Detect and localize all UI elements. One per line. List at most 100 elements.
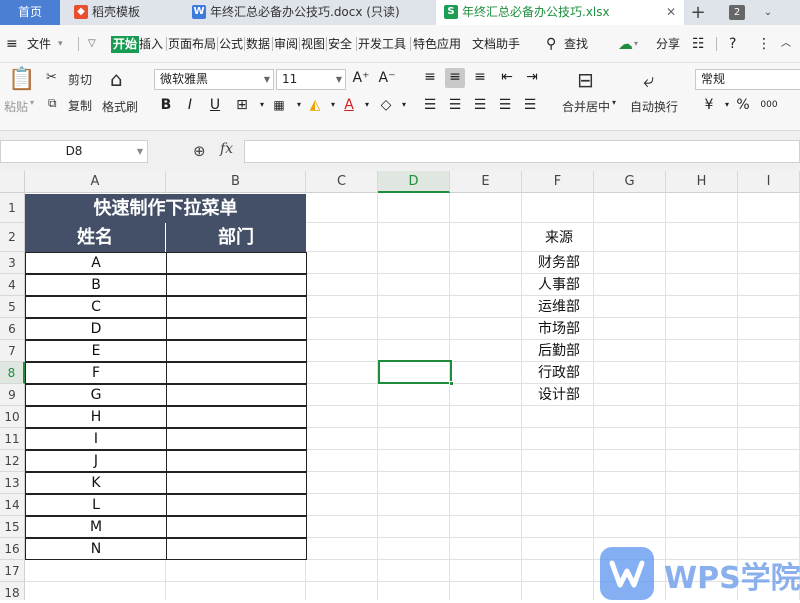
help-icon[interactable]: ? (729, 25, 736, 63)
new-tab-button[interactable]: + (688, 0, 708, 25)
zoom-search-icon[interactable]: ⊕ (193, 142, 206, 160)
percent-icon[interactable]: % (734, 96, 752, 114)
tab-home[interactable]: 首页 (0, 0, 60, 25)
menu-security[interactable]: 安全 (328, 25, 352, 63)
name-cell[interactable]: C (25, 296, 167, 318)
menu-developer[interactable]: 开发工具 (358, 25, 406, 63)
dept-cell[interactable] (166, 252, 307, 274)
row-header-8[interactable]: 8 (0, 362, 25, 384)
comment-icon[interactable]: ☷ (692, 25, 705, 63)
select-all-corner[interactable] (0, 171, 25, 193)
row-header-2[interactable]: 2 (0, 223, 25, 252)
source-item[interactable]: 财务部 (523, 252, 595, 274)
paste-button[interactable]: 粘贴 (4, 98, 28, 115)
row-header-6[interactable]: 6 (0, 318, 25, 340)
row-header-13[interactable]: 13 (0, 472, 25, 494)
dept-cell[interactable] (166, 472, 307, 494)
row-header-12[interactable]: 12 (0, 450, 25, 472)
spreadsheet-grid[interactable]: ABCDEFGHI 1 2 3 4 5 6 7 8 9 10 11 12 13 14 15 16 17 18 快速… (0, 171, 800, 600)
number-format-select[interactable]: 常规 (695, 69, 800, 90)
cloud-sync-icon[interactable]: ☁ (618, 25, 633, 63)
column-header-b[interactable]: B (166, 171, 306, 193)
dept-cell[interactable] (166, 362, 307, 384)
row-header-3[interactable]: 3 (0, 252, 25, 274)
currency-icon[interactable]: ¥ (700, 96, 718, 114)
underline-icon[interactable]: U (206, 96, 224, 114)
align-right-icon[interactable]: ☰ (471, 96, 489, 114)
chevron-down-icon[interactable]: ▾ (253, 96, 271, 114)
row-header-4[interactable]: 4 (0, 274, 25, 296)
chevron-down-icon[interactable]: ▾ (612, 98, 616, 107)
menu-insert[interactable]: 插入 (139, 25, 163, 63)
menu-page-layout[interactable]: 页面布局 (168, 25, 216, 63)
increase-indent-icon[interactable]: ⇥ (523, 68, 541, 86)
decrease-indent-icon[interactable]: ⇤ (498, 68, 516, 86)
chevron-down-icon[interactable]: ▾ (358, 96, 376, 114)
merge-center-button[interactable]: 合并居中 (562, 98, 610, 115)
name-box[interactable]: D8 ▼ (0, 140, 148, 163)
column-header-a[interactable]: A (25, 171, 166, 193)
more-icon[interactable]: ⋮ (757, 25, 771, 63)
column-header-c[interactable]: C (306, 171, 378, 193)
name-cell[interactable]: A (25, 252, 167, 274)
dept-cell[interactable] (166, 538, 307, 560)
collapse-ribbon-icon[interactable]: ︿ (781, 25, 791, 63)
fill-color-icon[interactable]: ◭ (306, 96, 324, 114)
align-middle-icon[interactable]: ≡ (445, 68, 465, 88)
column-header-g[interactable]: G (594, 171, 666, 193)
source-item[interactable]: 人事部 (523, 274, 595, 296)
formula-input[interactable] (244, 140, 800, 163)
dept-cell[interactable] (166, 296, 307, 318)
menu-search[interactable]: 查找 (564, 25, 588, 63)
name-cell[interactable]: M (25, 516, 167, 538)
header-dept[interactable]: 部门 (166, 223, 306, 252)
name-cell[interactable]: I (25, 428, 167, 450)
name-cell[interactable]: H (25, 406, 167, 428)
chevron-down-icon[interactable]: ▾ (395, 96, 413, 114)
chevron-down-icon[interactable]: ▾ (58, 25, 63, 63)
row-header-15[interactable]: 15 (0, 516, 25, 538)
format-painter-button[interactable]: 格式刷 (102, 98, 138, 115)
source-header[interactable]: 来源 (523, 227, 595, 249)
tab-docer-templates[interactable]: ◆ 稻壳模板 (66, 0, 178, 25)
decrease-font-icon[interactable]: A⁻ (378, 69, 396, 87)
fx-icon[interactable]: fx (220, 141, 233, 157)
distributed-align-icon[interactable]: ☰ (521, 96, 539, 114)
chevron-down-icon[interactable]: ▾ (634, 25, 638, 63)
align-left-icon[interactable]: ☰ (421, 96, 439, 114)
menu-file[interactable]: 文件 (27, 25, 51, 63)
row-header-16[interactable]: 16 (0, 538, 25, 560)
table-title[interactable]: 快速制作下拉菜单 (25, 194, 306, 223)
copy-button[interactable]: 复制 (68, 97, 92, 114)
copy-icon[interactable]: ⧉ (48, 96, 57, 111)
column-header-i[interactable]: I (738, 171, 800, 193)
cut-button[interactable]: 剪切 (68, 71, 92, 88)
chevron-down-icon[interactable]: ⌄ (760, 0, 776, 25)
wrap-text-button[interactable]: 自动换行 (630, 98, 678, 115)
column-header-e[interactable]: E (450, 171, 522, 193)
justify-icon[interactable]: ☰ (496, 96, 514, 114)
name-cell[interactable]: E (25, 340, 167, 362)
row-header-10[interactable]: 10 (0, 406, 25, 428)
row-header-7[interactable]: 7 (0, 340, 25, 362)
dept-cell[interactable] (166, 318, 307, 340)
column-header-h[interactable]: H (666, 171, 738, 193)
row-header-14[interactable]: 14 (0, 494, 25, 516)
align-center-icon[interactable]: ☰ (446, 96, 464, 114)
row-header-1[interactable]: 1 (0, 193, 25, 223)
font-size-select[interactable]: 11 ▼ (276, 69, 346, 90)
tab-xlsx[interactable]: S 年终汇总必备办公技巧.xlsx ✕ (436, 0, 684, 25)
source-item[interactable]: 设计部 (523, 384, 595, 406)
dept-cell[interactable] (166, 406, 307, 428)
active-cell-d8[interactable] (378, 360, 454, 386)
source-item[interactable]: 市场部 (523, 318, 595, 340)
menu-view[interactable]: 视图 (301, 25, 325, 63)
name-cell[interactable]: L (25, 494, 167, 516)
italic-icon[interactable]: I (181, 96, 199, 114)
name-cell[interactable]: D (25, 318, 167, 340)
source-item[interactable]: 后勤部 (523, 340, 595, 362)
menu-data[interactable]: 数据 (246, 25, 270, 63)
name-cell[interactable]: K (25, 472, 167, 494)
thousands-icon[interactable]: 000 (760, 96, 778, 114)
dept-cell[interactable] (166, 450, 307, 472)
